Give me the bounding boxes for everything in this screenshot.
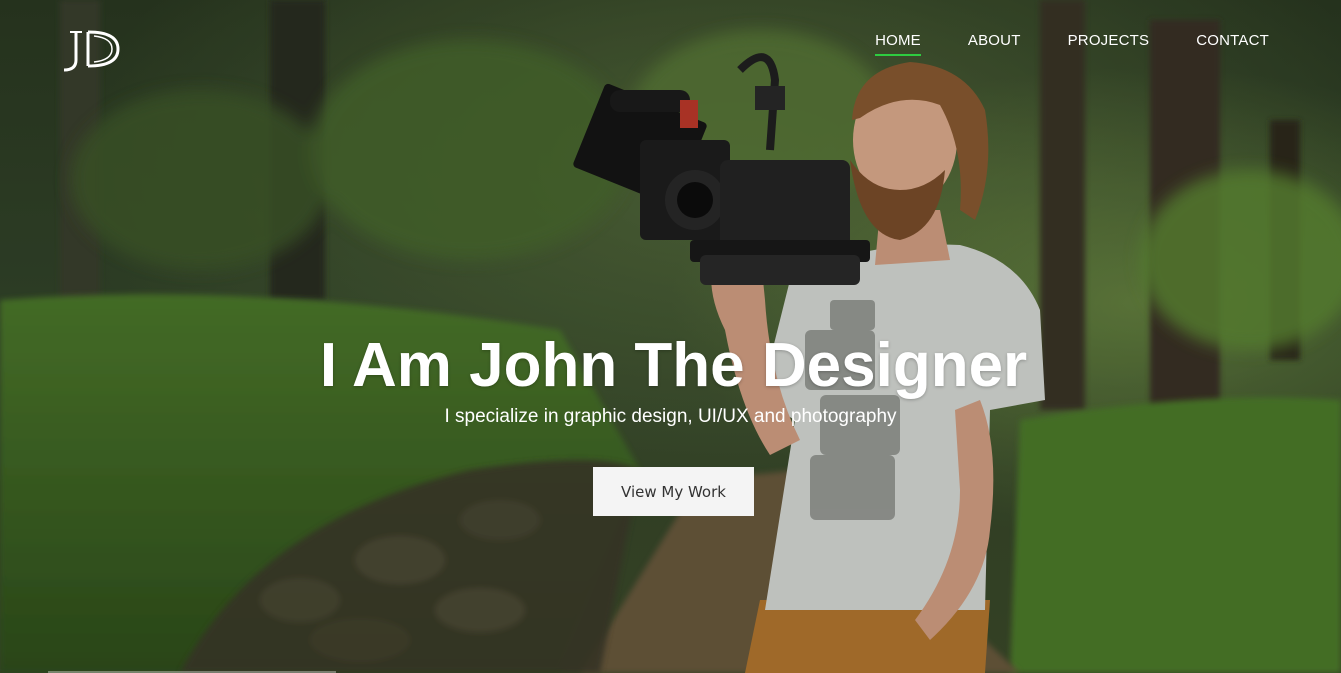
nav-item-home[interactable]: HOME: [875, 32, 921, 56]
main-nav: HOME ABOUT PROJECTS CONTACT: [875, 32, 1269, 56]
nav-item-projects[interactable]: PROJECTS: [1068, 32, 1150, 49]
jd-logo[interactable]: [56, 26, 122, 74]
nav-item-about[interactable]: ABOUT: [968, 32, 1021, 49]
hero-subtitle: I specialize in graphic design, UI/UX an…: [444, 406, 897, 427]
hero-title: I Am John The Designer: [319, 331, 1028, 400]
view-my-work-button[interactable]: View My Work: [593, 467, 754, 516]
hero-section: HOME ABOUT PROJECTS CONTACT I Am John Th…: [0, 0, 1341, 673]
nav-item-contact[interactable]: CONTACT: [1196, 32, 1269, 49]
